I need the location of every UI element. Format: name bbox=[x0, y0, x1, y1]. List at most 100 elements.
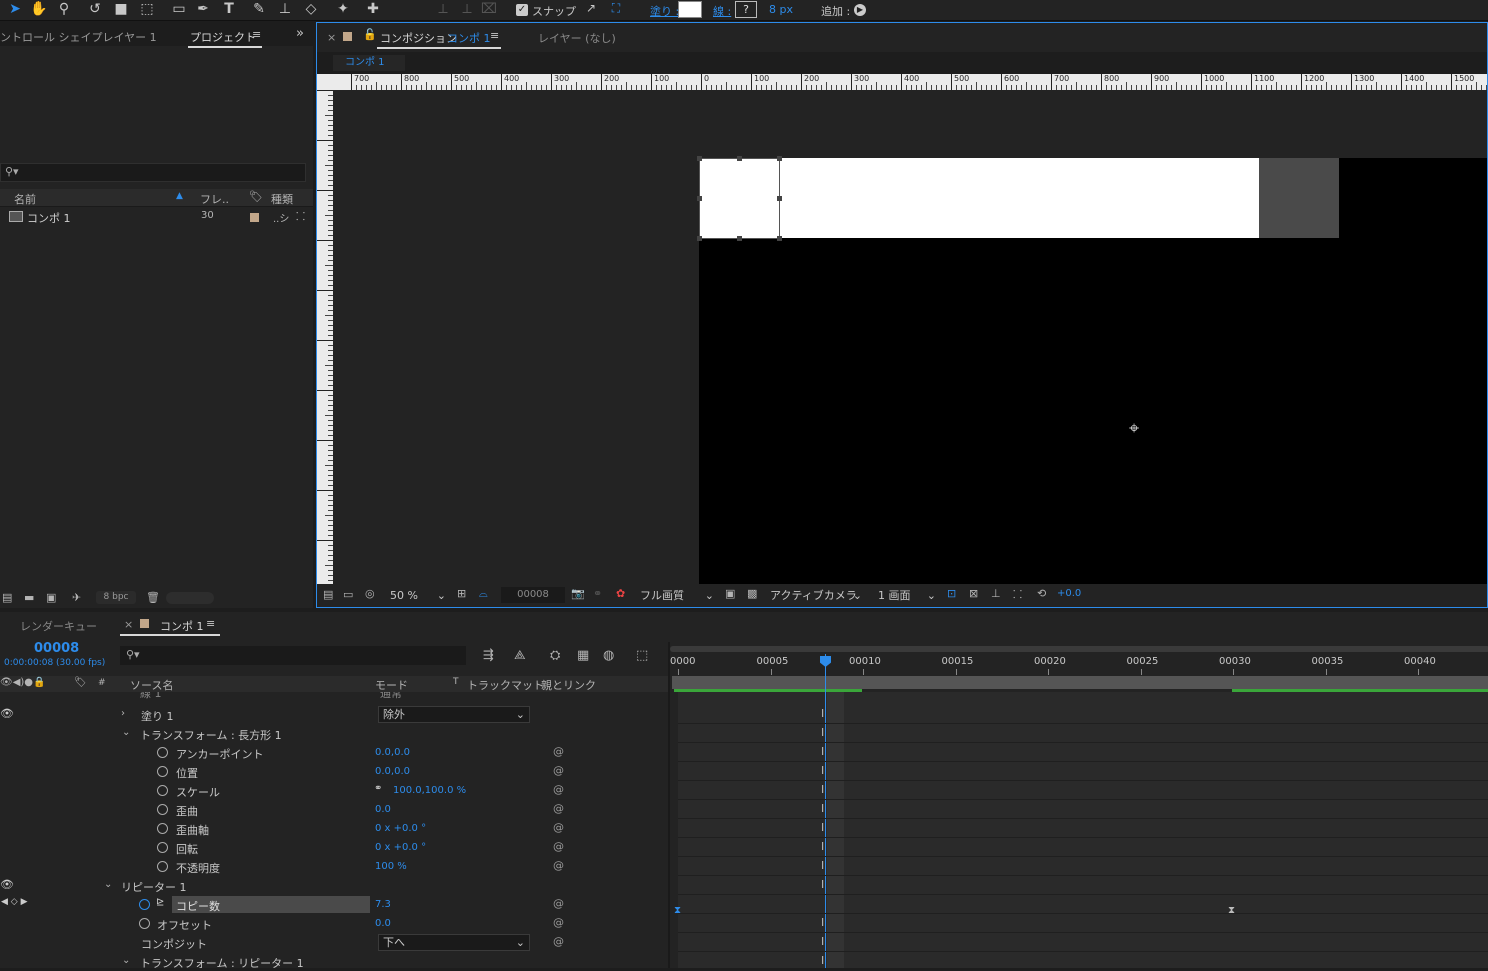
column-mode[interactable]: モード bbox=[375, 677, 408, 693]
horizontal-ruler[interactable]: 700 800 500 400 300 200 100 0 100 200 300 400 500 600… bbox=[317, 74, 1487, 90]
property-row-anchor-point[interactable]: アンカーポイント 0.0,0.0 @ bbox=[0, 743, 668, 762]
work-area-bar[interactable] bbox=[672, 676, 1488, 689]
time-ruler[interactable]: 0000 00005 00010 00015 00020 00025 00030 00035 0… bbox=[670, 654, 1488, 676]
tab-layer[interactable]: レイヤー (なし) bbox=[538, 30, 616, 46]
row-value[interactable]: 0.0,0.0 bbox=[375, 766, 410, 777]
close-tab-icon[interactable]: × bbox=[124, 618, 133, 631]
rotate-tool-icon[interactable]: ↺ bbox=[86, 1, 104, 17]
row-value[interactable]: 0 x +0.0 ° bbox=[375, 823, 426, 834]
graph-icon[interactable]: ⊵ bbox=[156, 897, 164, 908]
roi-icon[interactable]: ⌓ bbox=[479, 587, 488, 601]
pickwhip-icon[interactable]: @ bbox=[553, 745, 564, 758]
tab-composition-name[interactable]: コンポ 1 bbox=[447, 30, 491, 46]
snap-features-icon[interactable]: ⛶ bbox=[607, 1, 625, 16]
fit-icon[interactable]: ⊞ bbox=[457, 587, 466, 600]
bpc-button[interactable]: 8 bpc bbox=[96, 591, 136, 604]
property-group-repeater[interactable]: 👁 ⌄ リピーター 1 bbox=[0, 876, 668, 895]
column-source-name[interactable]: ソース名 bbox=[130, 677, 173, 693]
stopwatch-icon[interactable] bbox=[157, 747, 168, 758]
motion-blur-icon[interactable]: ◍ bbox=[603, 648, 614, 663]
pickwhip-icon[interactable]: @ bbox=[553, 840, 564, 853]
stopwatch-icon[interactable] bbox=[157, 823, 168, 834]
keyframe-start[interactable]: ⧗ bbox=[674, 905, 681, 916]
stroke-color-swatch[interactable]: ? bbox=[735, 1, 757, 18]
handle-bl[interactable] bbox=[697, 236, 702, 241]
tab-project[interactable]: プロジェクト bbox=[190, 29, 256, 45]
hand-tool-icon[interactable]: ✋ bbox=[30, 1, 48, 17]
clone-stamp-tool-icon[interactable]: ⊥ bbox=[276, 1, 294, 17]
fill-color-swatch[interactable] bbox=[678, 1, 702, 18]
pan-behind-tool-icon[interactable]: ⬚ bbox=[138, 1, 156, 17]
property-row-composite[interactable]: コンポジット 下へ ⌄ @ bbox=[0, 933, 668, 952]
pickwhip-icon[interactable]: @ bbox=[553, 821, 564, 834]
handle-tr[interactable] bbox=[777, 156, 782, 161]
vertical-ruler[interactable] bbox=[317, 90, 333, 586]
column-type[interactable]: 種類 bbox=[271, 191, 293, 207]
timecode-field[interactable]: 00008 bbox=[501, 587, 565, 603]
mask-icon[interactable]: ◎ bbox=[365, 587, 375, 600]
frame-blend-icon[interactable]: ▦ bbox=[577, 648, 589, 663]
tab-composition[interactable]: コンポジション bbox=[380, 30, 457, 46]
shy-icon[interactable]: ⛭ bbox=[550, 648, 560, 663]
thumbnail-slider[interactable] bbox=[166, 592, 214, 604]
row-value[interactable]: 0.0,0.0 bbox=[375, 747, 410, 758]
stopwatch-icon[interactable] bbox=[157, 766, 168, 777]
viewer-canvas[interactable]: ⌖ bbox=[333, 90, 1487, 584]
selection-tool-icon[interactable]: ➤ bbox=[6, 1, 24, 17]
anchor-point-icon[interactable]: ⌖ bbox=[1129, 418, 1139, 439]
column-trackmatte[interactable]: トラックマット bbox=[467, 677, 544, 693]
handle-mr[interactable] bbox=[777, 196, 782, 201]
timeline-search-input[interactable]: ⚲▾ bbox=[120, 646, 466, 665]
views-dropdown[interactable]: 1 画面 ⌄ bbox=[873, 587, 941, 604]
time-navigator[interactable] bbox=[670, 646, 1488, 652]
timeline-graph-area[interactable]: 0000 00005 00010 00015 00020 00025 00030 00035 0… bbox=[668, 642, 1488, 971]
stopwatch-icon[interactable] bbox=[139, 918, 150, 929]
row-value[interactable]: 7.3 bbox=[375, 899, 391, 910]
pickwhip-icon[interactable]: @ bbox=[553, 897, 564, 910]
pen-tool-icon[interactable]: ✒ bbox=[194, 1, 212, 17]
tab-comp[interactable]: コンポ 1 bbox=[160, 618, 204, 634]
row-value[interactable]: 0.0 bbox=[375, 804, 391, 815]
zoom-tool-icon[interactable]: ⚲ bbox=[55, 1, 73, 17]
close-tab-icon[interactable]: × bbox=[327, 31, 336, 44]
flowchart-icon[interactable]: ⸬ bbox=[296, 209, 305, 224]
property-row-rotation[interactable]: 回転 0 x +0.0 ° @ bbox=[0, 838, 668, 857]
handle-ml[interactable] bbox=[697, 196, 702, 201]
property-group-transform-repeater[interactable]: ⌄ トランスフォーム : リピーター 1 bbox=[0, 952, 668, 968]
chevron-down-icon[interactable]: ⌄ bbox=[122, 727, 130, 738]
snap-checkbox[interactable]: ✓ bbox=[516, 4, 528, 16]
chevron-right-icon[interactable]: › bbox=[121, 708, 125, 719]
visibility-eye-icon[interactable]: 👁 bbox=[0, 878, 14, 891]
trash-icon[interactable]: 🗑 bbox=[146, 591, 160, 604]
tab-render-queue[interactable]: レンダーキュー bbox=[20, 618, 97, 634]
fill-label[interactable]: 塗り : bbox=[650, 3, 679, 19]
camera-dropdown[interactable]: アクティブカメラ ⌄ bbox=[765, 587, 867, 604]
show-snapshot-icon[interactable]: ⚭ bbox=[593, 587, 602, 600]
pickwhip-icon[interactable]: @ bbox=[553, 859, 564, 872]
row-value[interactable]: 100 % bbox=[375, 861, 407, 872]
composite-dropdown[interactable]: 下へ ⌄ bbox=[378, 934, 530, 951]
text-tool-icon[interactable]: T bbox=[220, 1, 238, 17]
draft-3d-icon[interactable]: ⟁ bbox=[514, 648, 526, 663]
property-row-scale[interactable]: スケール ⚭ 100.0,100.0 % @ bbox=[0, 781, 668, 800]
repeater-white-rects[interactable] bbox=[699, 158, 1259, 238]
comp-flowchart-icon[interactable]: ⇶ bbox=[483, 648, 494, 663]
stroke-width-value[interactable]: 8 px bbox=[769, 3, 793, 16]
stopwatch-icon[interactable] bbox=[157, 804, 168, 815]
snap-edges-icon[interactable]: ↗ bbox=[582, 1, 600, 15]
flowchart-icon[interactable]: ⸬ bbox=[1013, 587, 1022, 602]
channel-icon[interactable]: ✿ bbox=[616, 587, 625, 600]
quality-dropdown[interactable]: フル画質 ⌄ bbox=[635, 587, 719, 604]
constrain-link-icon[interactable]: ⚭ bbox=[374, 783, 382, 794]
handle-tl[interactable] bbox=[697, 156, 702, 161]
chevron-down-icon[interactable]: ⌄ bbox=[104, 879, 112, 890]
roto-brush-tool-icon[interactable]: ✦ bbox=[334, 1, 352, 17]
pickwhip-icon[interactable]: @ bbox=[553, 802, 564, 815]
panel-menu-icon[interactable]: ≡ bbox=[206, 617, 215, 630]
handle-bm[interactable] bbox=[737, 236, 742, 241]
graph-editor-icon[interactable]: ⬚ bbox=[636, 648, 648, 663]
property-group-transform-rect[interactable]: ⌄ トランスフォーム : 長方形 1 bbox=[0, 724, 668, 743]
handle-tm[interactable] bbox=[737, 156, 742, 161]
property-row-opacity[interactable]: 不透明度 100 % @ bbox=[0, 857, 668, 876]
new-comp-icon[interactable]: ▣ bbox=[46, 591, 56, 604]
